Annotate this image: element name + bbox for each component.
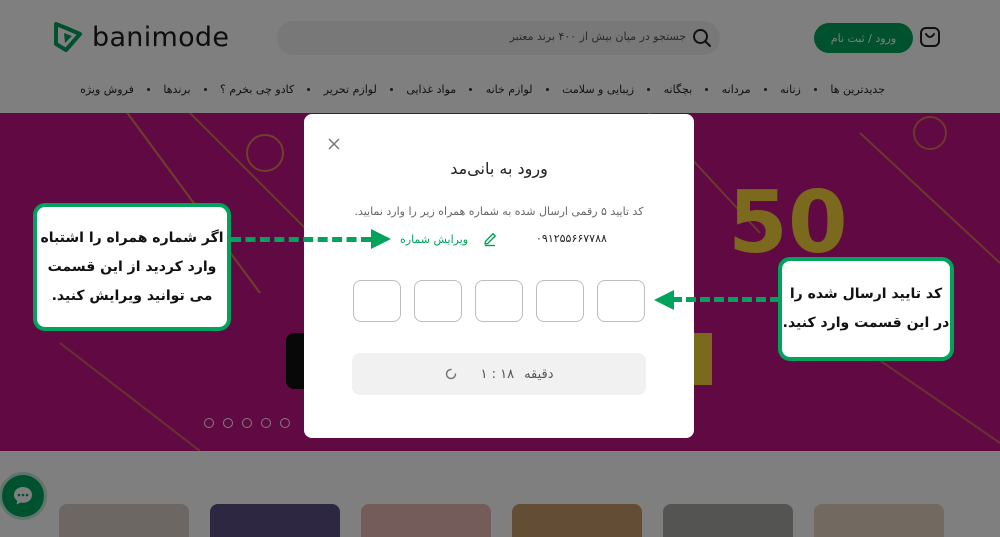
close-icon[interactable] xyxy=(326,136,342,152)
callout-line: اگر شماره همراه را اشتباه xyxy=(40,229,224,246)
timer-unit: دقیقه xyxy=(524,366,554,382)
callout-line: می توانید ویرایش کنید. xyxy=(51,287,213,304)
timer-value: ۱ : ۱۸ xyxy=(480,366,515,382)
otp-digit-input[interactable] xyxy=(475,280,523,322)
callout-line: کد تایید ارسال شده را xyxy=(789,286,943,302)
resend-timer: دقیقه ۱ : ۱۸ xyxy=(352,353,646,395)
phone-number: ۰۹۱۲۵۵۶۶۷۷۸۸ xyxy=(536,232,607,245)
otp-input-group xyxy=(353,280,645,322)
otp-digit-input[interactable] xyxy=(414,280,462,322)
otp-digit-input[interactable] xyxy=(597,280,645,322)
edit-phone-label: ویرایش شماره xyxy=(400,232,469,246)
otp-callout: کد تایید ارسال شده را در این قسمت وارد ک… xyxy=(778,257,954,361)
otp-digit-input[interactable] xyxy=(353,280,401,322)
arrow-right-icon xyxy=(371,229,391,249)
edit-phone-callout: اگر شماره همراه را اشتباه وارد کردید از … xyxy=(33,203,231,331)
modal-instructions: کد تایید ۵ رقمی ارسال شده به شماره همراه… xyxy=(354,205,644,218)
callout-connector-right xyxy=(672,297,780,302)
edit-phone-button[interactable]: ویرایش شماره xyxy=(400,231,498,247)
arrow-left-icon xyxy=(654,290,674,310)
otp-digit-input[interactable] xyxy=(536,280,584,322)
modal-title: ورود به بانی‌مد xyxy=(450,159,548,178)
pencil-icon xyxy=(484,233,496,247)
callout-connector-left xyxy=(231,237,371,242)
callout-line: در این قسمت وارد کنید. xyxy=(782,315,950,331)
login-modal: ورود به بانی‌مد کد تایید ۵ رقمی ارسال شد… xyxy=(304,114,694,438)
callout-line: وارد کردید از این قسمت xyxy=(47,258,217,275)
refresh-icon xyxy=(446,368,457,380)
